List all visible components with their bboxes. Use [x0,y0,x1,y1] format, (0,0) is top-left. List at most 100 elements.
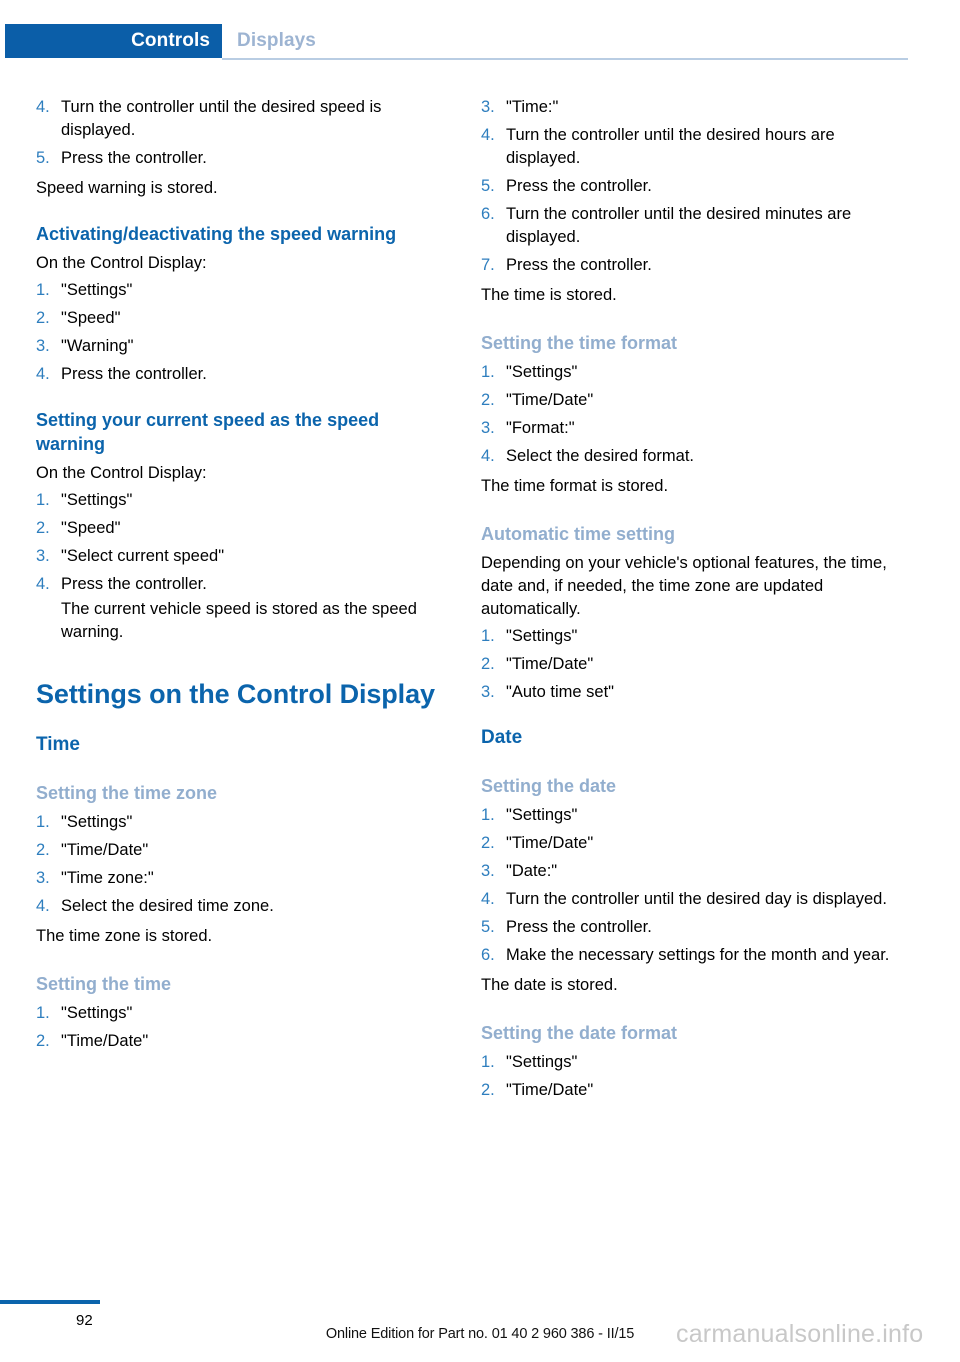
list-item-text: Turn the controller until the desired mi… [506,205,852,246]
list-item-text: "Settings" [61,1004,133,1022]
list-item-number: 1. [36,281,50,299]
activating-steps-list: 1. "Settings" 2. "Speed" 3. "Warning" 4.… [36,279,446,386]
control-display-intro: On the Control Display: [36,254,207,272]
list-item: 3. "Auto time set" [481,681,891,704]
list-item-number: 1. [481,1053,495,1071]
list-item: 1. "Settings" [481,625,891,648]
list-item-text: "Settings" [506,806,578,824]
list-item: 1. "Settings" [481,1051,891,1074]
list-item: 1. "Settings" [36,1002,446,1025]
heading-setting-date-format: Setting the date format [481,1023,678,1043]
list-item-text: "Time/Date" [506,391,594,409]
list-item: 4. Turn the controller until the desired… [481,888,891,911]
list-item: 6. Make the necessary settings for the m… [481,944,891,967]
list-item-text: "Settings" [61,281,133,299]
list-item: 3. "Format:" [481,417,891,440]
list-item-number: 2. [481,655,495,673]
list-item-number: 2. [481,834,495,852]
list-item-number: 2. [36,841,50,859]
list-item-text: Select the desired time zone. [61,897,274,915]
list-item: 1. "Settings" [481,804,891,827]
list-item: 3. "Select current speed" [36,545,446,568]
speed-warning-result: Speed warning is stored. [36,179,218,197]
time-zone-result: The time zone is stored. [36,927,213,945]
date-stored-result: The date is stored. [481,976,618,994]
list-item-text: Press the controller. [61,149,207,167]
heading-automatic-time-setting: Automatic time setting [481,524,676,544]
heading-date: Date [481,727,523,748]
footer-divider [0,1300,100,1304]
list-item-text: "Time/Date" [506,834,594,852]
list-item-number: 1. [481,806,495,824]
list-item-text: Press the controller. [506,918,652,936]
date-format-steps-list: 1. "Settings" 2. "Time/Date" [481,1051,891,1102]
list-item-number: 2. [481,391,495,409]
list-item: 4. Turn the controller until the desired… [481,124,891,170]
time-zone-steps-list: 1. "Settings" 2. "Time/Date" 3. "Time zo… [36,811,446,918]
list-item-text: Press the controller. [61,575,207,593]
speed-warning-continued-list: 4. Turn the controller until the desired… [36,96,446,170]
list-item-text: "Warning" [61,337,134,355]
list-item: 1. "Settings" [481,361,891,384]
automatic-time-intro: Depending on your vehicle's optional fea… [481,554,887,618]
list-item: 2. "Time/Date" [36,1030,446,1053]
list-item-number: 3. [481,98,495,116]
list-item-text: "Time:" [506,98,559,116]
list-item-number: 2. [36,1032,50,1050]
list-item-text: "Settings" [61,491,133,509]
list-item-text: Turn the controller until the desired ho… [506,126,835,167]
list-item-text: "Format:" [506,419,575,437]
list-item: 6. Turn the controller until the desired… [481,203,891,249]
heading-setting-current-speed: Setting your current speed as the speed … [36,410,380,454]
list-item: 5. Press the controller. [481,916,891,939]
list-item: 4. Select the desired format. [481,445,891,468]
heading-setting-the-date: Setting the date [481,776,617,796]
list-item: 2. "Time/Date" [481,389,891,412]
list-item-text: "Date:" [506,862,558,880]
list-item-text: Make the necessary settings for the mont… [506,946,890,964]
list-item-number: 4. [481,890,495,908]
left-column: 4. Turn the controller until the desired… [36,92,446,1058]
list-item-text: Press the controller. [506,256,652,274]
list-item: 2. "Time/Date" [481,832,891,855]
list-item: 1. "Settings" [36,279,446,302]
list-item-text: "Auto time set" [506,683,615,701]
auto-time-steps-list: 1. "Settings" 2. "Time/Date" 3. "Auto ti… [481,625,891,704]
list-item-number: 6. [481,205,495,223]
right-column: 3. "Time:" 4. Turn the controller until … [481,92,891,1107]
list-item-number: 1. [36,813,50,831]
page-body: 4. Turn the controller until the desired… [0,0,960,1362]
list-item-number: 3. [36,547,50,565]
list-item: 3. "Time zone:" [36,867,446,890]
list-item-number: 3. [481,419,495,437]
setting-time-continued-list: 3. "Time:" 4. Turn the controller until … [481,96,891,277]
list-item: 1. "Settings" [36,489,446,512]
list-item-number: 5. [481,918,495,936]
list-item: 2. "Time/Date" [481,653,891,676]
list-item-text: "Settings" [506,627,578,645]
list-item: 4. Select the desired time zone. [36,895,446,918]
time-format-result: The time format is stored. [481,477,669,495]
list-item-text: "Time zone:" [61,869,154,887]
list-item: 5. Press the controller. [481,175,891,198]
list-item-number: 1. [36,491,50,509]
heading-setting-the-time: Setting the time [36,974,172,994]
list-item-number: 2. [481,1081,495,1099]
list-item: 4. Press the controller. [36,363,446,386]
list-item-text: "Speed" [61,519,121,537]
list-item-number: 4. [36,98,50,116]
heading-time: Time [36,734,81,755]
list-item-number: 2. [36,519,50,537]
setting-time-steps-list: 1. "Settings" 2. "Time/Date" [36,1002,446,1053]
list-item-number: 3. [481,862,495,880]
list-item-number: 2. [36,309,50,327]
list-item-number: 3. [36,869,50,887]
list-item-number: 4. [36,575,50,593]
list-item-text: Press the controller. [506,177,652,195]
list-item-text: "Settings" [506,363,578,381]
list-item-number: 3. [481,683,495,701]
current-speed-steps-list: 1. "Settings" 2. "Speed" 3. "Select curr… [36,489,446,644]
list-item: 2. "Speed" [36,307,446,330]
list-item-number: 1. [481,363,495,381]
list-item-text: "Settings" [61,813,133,831]
